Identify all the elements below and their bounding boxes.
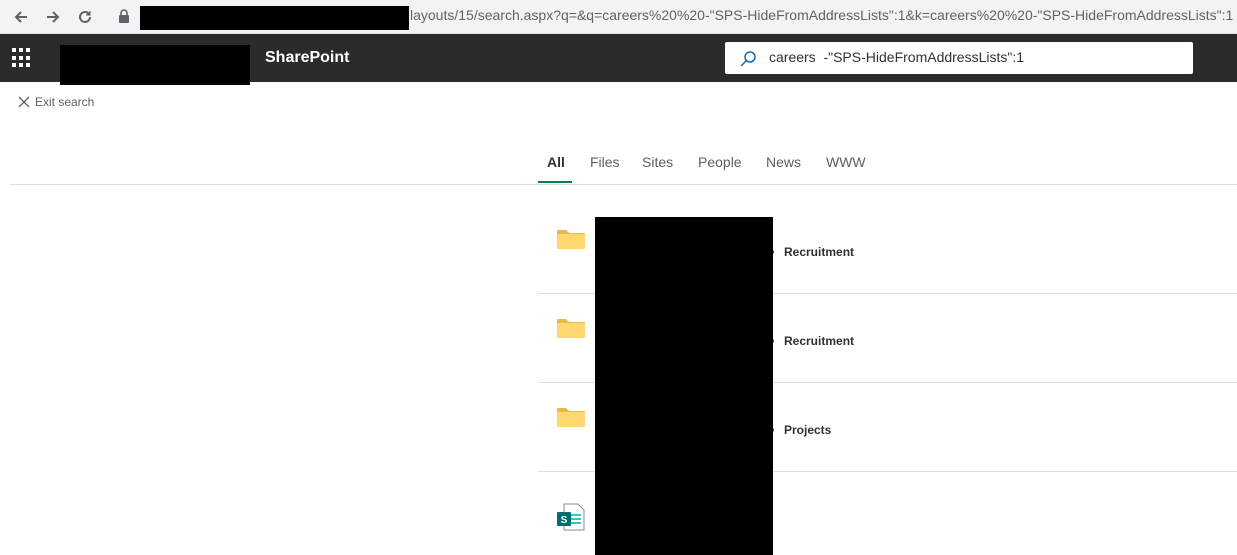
tab-news[interactable]: News (766, 154, 801, 170)
folder-icon (557, 319, 585, 338)
search-query[interactable]: careers -"SPS-HideFromAddressLists":1 (769, 49, 1024, 65)
tab-all[interactable]: All (547, 154, 565, 170)
tab-www[interactable]: WWW (826, 154, 866, 170)
sharepoint-page-icon: S (557, 503, 585, 531)
svg-text:S: S (561, 515, 568, 526)
active-tab-indicator (538, 181, 572, 183)
close-icon (18, 96, 30, 108)
redacted-url-segment (140, 6, 409, 30)
back-arrow-icon[interactable] (8, 5, 34, 29)
app-launcher-icon[interactable] (12, 48, 32, 68)
tab-people[interactable]: People (698, 154, 742, 170)
app-title[interactable]: SharePoint (265, 49, 349, 67)
tab-files[interactable]: Files (590, 154, 620, 170)
browser-toolbar: layouts/15/search.aspx?q=&q=careers%20%2… (0, 0, 1237, 34)
search-icon (740, 51, 756, 67)
exit-search-label: Exit search (35, 95, 95, 109)
result-location[interactable]: Recruitment (784, 334, 854, 348)
redacted-result-titles (595, 217, 773, 555)
reload-icon[interactable] (72, 5, 98, 29)
folder-icon (557, 230, 585, 249)
address-bar-url[interactable]: layouts/15/search.aspx?q=&q=careers%20%2… (410, 7, 1233, 23)
folder-icon (557, 408, 585, 427)
redacted-logo (60, 45, 250, 85)
forward-arrow-icon[interactable] (40, 5, 66, 29)
tabs-divider (10, 184, 1237, 185)
search-input[interactable]: careers -"SPS-HideFromAddressLists":1 (725, 42, 1193, 74)
tab-sites[interactable]: Sites (642, 154, 673, 170)
lock-icon[interactable] (118, 9, 130, 23)
result-location[interactable]: Recruitment (784, 245, 854, 259)
suite-bar: SharePoint careers -"SPS-HideFromAddress… (0, 34, 1237, 85)
result-location[interactable]: Projects (784, 423, 831, 437)
exit-search-button[interactable]: Exit search (18, 95, 94, 109)
